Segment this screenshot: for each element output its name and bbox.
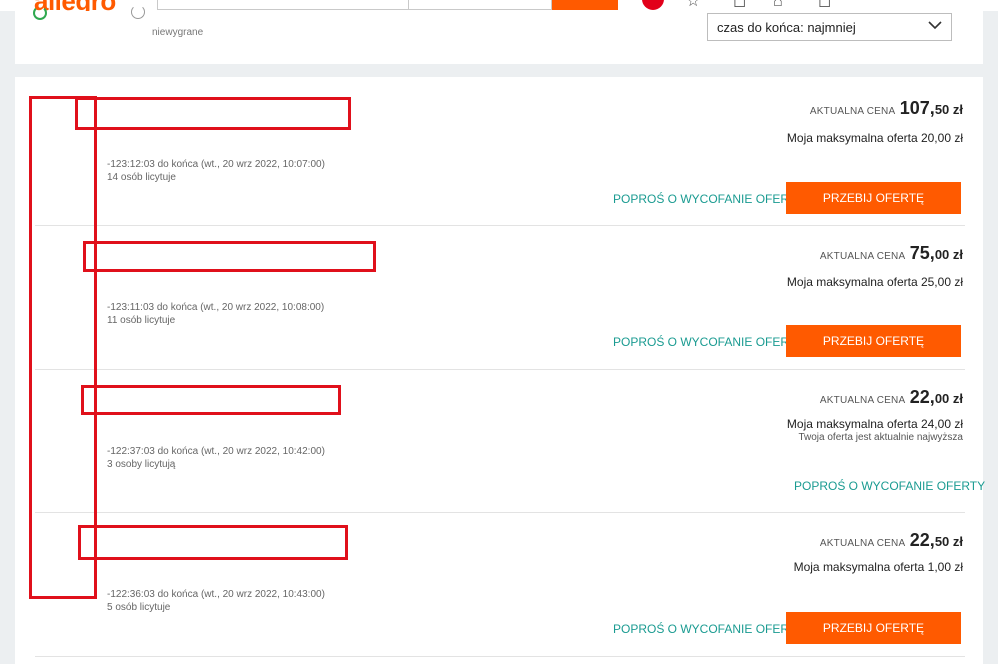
highest-offer-note: Twoja oferta jest aktualnie najwyższa bbox=[798, 432, 963, 443]
price-caption: AKTUALNA CENA bbox=[809, 106, 896, 117]
price-decimal: 00 zł bbox=[934, 247, 963, 262]
filter-label-lost: niewygrane bbox=[152, 27, 204, 38]
max-offer: Moja maksymalna oferta 20,00 zł bbox=[786, 131, 963, 145]
list-item: AKTUALNA CENA 22,50 zł Moja maksymalna o… bbox=[35, 513, 965, 657]
search-divider bbox=[408, 0, 409, 10]
top-navbar: allegro ☆ ◻ ⌂ ◻ bbox=[0, 0, 998, 11]
time-left: -122:36:03 do końca (wt., 20 wrz 2022, 1… bbox=[107, 589, 325, 600]
price-integer: 107, bbox=[899, 98, 935, 118]
time-left: -123:11:03 do końca (wt., 20 wrz 2022, 1… bbox=[107, 302, 325, 313]
current-price: AKTUALNA CENA 107,50 zł bbox=[810, 98, 963, 119]
withdraw-offer-link[interactable]: POPROŚ O WYCOFANIE OFERTY bbox=[794, 479, 985, 493]
withdraw-offer-link[interactable]: POPROŚ O WYCOFANIE OFERTY bbox=[613, 622, 804, 636]
list-item: AKTUALNA CENA 75,00 zł Moja maksymalna o… bbox=[35, 226, 965, 370]
withdraw-offer-link[interactable]: POPROŚ O WYCOFANIE OFERTY bbox=[613, 192, 804, 206]
list-item: AKTUALNA CENA 107,50 zł Moja maksymalna … bbox=[35, 77, 965, 226]
redacted-title bbox=[83, 241, 376, 272]
bell-icon[interactable]: ⌂ bbox=[773, 0, 783, 10]
max-offer: Moja maksymalna oferta 24,00 zł bbox=[786, 417, 963, 431]
price-decimal: 50 zł bbox=[934, 102, 963, 117]
time-left: -123:12:03 do końca (wt., 20 wrz 2022, 1… bbox=[107, 159, 325, 170]
bidders-count: 5 osób licytuje bbox=[107, 602, 171, 613]
chat-icon[interactable]: ◻ bbox=[733, 0, 746, 10]
bidders-count: 14 osób licytuje bbox=[107, 172, 176, 183]
time-left: -122:37:03 do końca (wt., 20 wrz 2022, 1… bbox=[107, 446, 325, 457]
cart-icon[interactable]: ◻ bbox=[818, 0, 831, 10]
filter-radio-active[interactable] bbox=[33, 6, 47, 20]
redacted-thumbnails bbox=[29, 96, 97, 599]
outbid-button[interactable]: PRZEBIJ OFERTĘ bbox=[786, 182, 961, 214]
price-integer: 22, bbox=[909, 387, 935, 407]
price-integer: 22, bbox=[909, 530, 935, 550]
bidders-count: 11 osób licytuje bbox=[107, 315, 176, 326]
list-item: AKTUALNA CENA 22,00 zł Moja maksymalna o… bbox=[35, 370, 985, 513]
outbid-button[interactable]: PRZEBIJ OFERTĘ bbox=[786, 325, 961, 357]
filter-radio-lost[interactable] bbox=[131, 5, 145, 19]
max-offer: Moja maksymalna oferta 25,00 zł bbox=[786, 275, 963, 289]
current-price: AKTUALNA CENA 75,00 zł bbox=[820, 243, 963, 264]
withdraw-offer-link[interactable]: POPROŚ O WYCOFANIE OFERTY bbox=[613, 335, 804, 349]
outbid-button[interactable]: PRZEBIJ OFERTĘ bbox=[786, 612, 961, 644]
search-input[interactable] bbox=[157, 0, 552, 10]
redacted-title bbox=[81, 385, 341, 415]
search-button[interactable] bbox=[552, 0, 618, 10]
profile-icon[interactable] bbox=[642, 0, 664, 10]
sort-select[interactable]: czas do końca: najmniej bbox=[707, 13, 952, 41]
star-icon[interactable]: ☆ bbox=[686, 0, 700, 10]
current-price: AKTUALNA CENA 22,00 zł bbox=[820, 387, 963, 408]
price-integer: 75, bbox=[909, 243, 935, 263]
price-caption: AKTUALNA CENA bbox=[819, 395, 906, 406]
bids-list: AKTUALNA CENA 107,50 zł Moja maksymalna … bbox=[15, 77, 985, 664]
bidders-count: 3 osoby licytują bbox=[107, 459, 176, 470]
price-caption: AKTUALNA CENA bbox=[819, 538, 906, 549]
redacted-title bbox=[78, 525, 348, 560]
price-decimal: 50 zł bbox=[934, 534, 963, 549]
filter-panel: niewygrane czas do końca: najmniej bbox=[15, 5, 983, 64]
price-caption: AKTUALNA CENA bbox=[819, 251, 906, 262]
current-price: AKTUALNA CENA 22,50 zł bbox=[820, 530, 963, 551]
max-offer: Moja maksymalna oferta 1,00 zł bbox=[793, 560, 963, 574]
sort-select-value: czas do końca: najmniej bbox=[717, 20, 856, 35]
redacted-title bbox=[75, 97, 351, 130]
price-decimal: 00 zł bbox=[934, 391, 963, 406]
chevron-down-icon bbox=[928, 21, 942, 30]
